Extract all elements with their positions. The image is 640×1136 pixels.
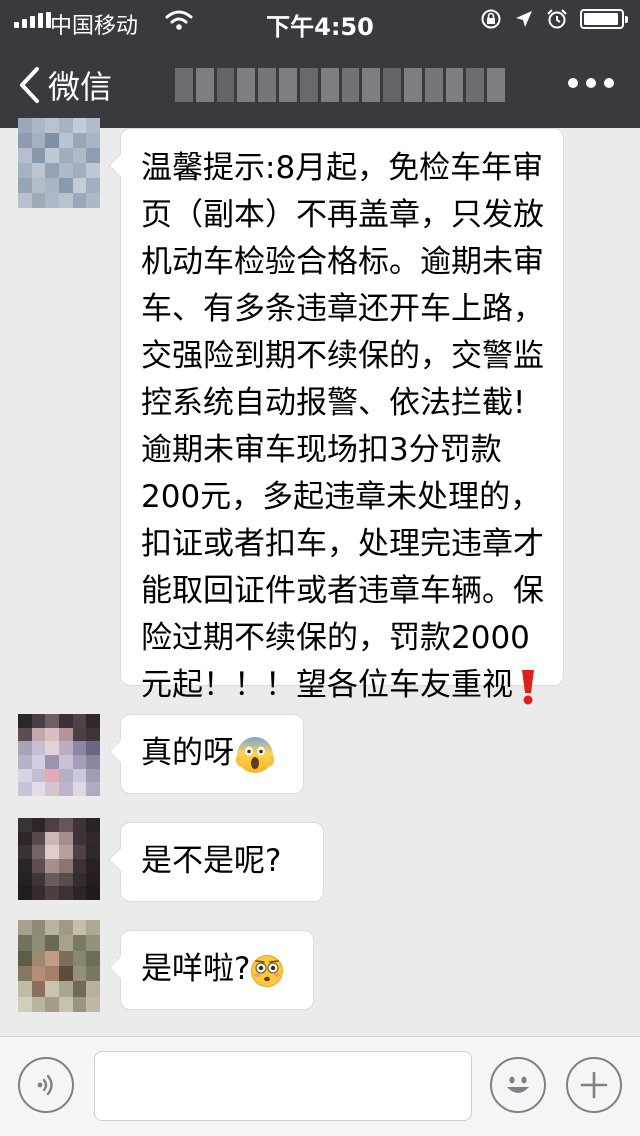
message-text: 真的呀 bbox=[141, 730, 289, 777]
avatar[interactable] bbox=[18, 714, 100, 796]
message-bubble[interactable]: 温馨提示:8月起，免检车年审页（副本）不再盖章，只发放机动车检验合格标。逾期未审… bbox=[120, 128, 564, 751]
battery-icon bbox=[580, 9, 628, 29]
flushed-face-icon bbox=[251, 954, 284, 987]
chat-area[interactable]: 温馨提示:8月起，免检车年审页（副本）不再盖章，只发放机动车检验合格标。逾期未审… bbox=[0, 118, 640, 1036]
status-bar: 中国移动 下午4:50 bbox=[0, 0, 640, 41]
chevron-left-icon bbox=[20, 67, 39, 103]
message-input[interactable] bbox=[94, 1051, 472, 1121]
message-text: 是咩啦? bbox=[141, 946, 299, 993]
message-text-content: 是咩啦? bbox=[141, 951, 251, 987]
message-bubble[interactable]: 是咩啦? bbox=[120, 930, 314, 1010]
red-exclamation-icon bbox=[522, 669, 534, 704]
location-icon bbox=[516, 11, 532, 27]
screaming-face-icon bbox=[235, 736, 275, 773]
message-text: 温馨提示:8月起，免检车年审页（副本）不再盖章，只发放机动车检验合格标。逾期未审… bbox=[141, 145, 549, 756]
message-text-content: 温馨提示:8月起，免检车年审页（副本）不再盖章，只发放机动车检验合格标。逾期未审… bbox=[141, 150, 544, 703]
more-dots-icon[interactable] bbox=[568, 78, 614, 88]
alarm-icon bbox=[547, 9, 567, 29]
back-button[interactable]: 微信 bbox=[18, 62, 112, 108]
nav-bar: 微信 bbox=[0, 40, 640, 128]
back-label: 微信 bbox=[48, 68, 113, 106]
voice-button[interactable] bbox=[18, 1057, 74, 1113]
avatar[interactable] bbox=[18, 118, 100, 208]
input-bar bbox=[0, 1036, 640, 1136]
message-text-content: 真的呀 bbox=[141, 735, 234, 771]
battery-level-fill bbox=[584, 13, 618, 25]
message-bubble[interactable]: 真的呀 bbox=[120, 714, 304, 794]
header: 中国移动 下午4:50 微信 bbox=[0, 0, 640, 128]
avatar[interactable] bbox=[18, 920, 100, 1012]
message-bubble[interactable]: 是不是呢? bbox=[120, 822, 324, 902]
message-text-content: 是不是呢? bbox=[141, 843, 282, 879]
avatar[interactable] bbox=[18, 818, 100, 900]
plus-icon bbox=[580, 1071, 608, 1099]
voice-icon bbox=[37, 1074, 53, 1096]
chat-title-pixelated bbox=[175, 68, 505, 102]
add-button[interactable] bbox=[566, 1057, 622, 1113]
rotation-lock-icon bbox=[481, 9, 501, 29]
smiley-icon bbox=[507, 1076, 529, 1093]
message-text: 是不是呢? bbox=[141, 838, 309, 885]
emoji-button[interactable] bbox=[490, 1057, 546, 1113]
